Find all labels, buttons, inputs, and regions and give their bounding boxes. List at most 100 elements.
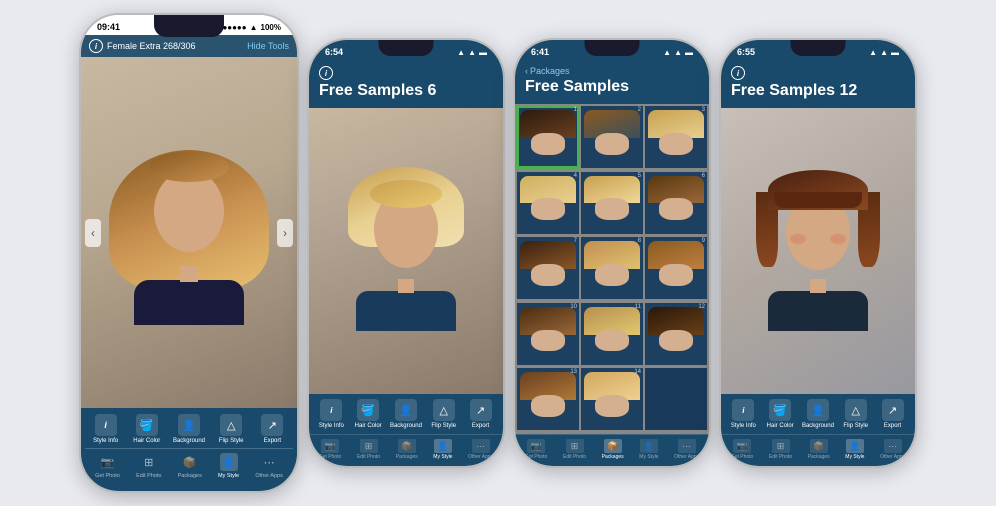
arrow-left-1[interactable]: ‹ [85,219,101,247]
btab-editphoto-2[interactable]: ⊞ Edit Photo [357,439,380,460]
btab-editphoto-3[interactable]: ⊞ Edit Photo [563,439,586,460]
bg-area-4 [721,108,915,394]
btab-editphoto-4[interactable]: ⊞ Edit Photo [769,439,792,460]
edit-photo-icon-1: ⊞ [140,453,158,471]
mini-person-12 [645,303,707,365]
hair-cell-7[interactable]: 7 [517,237,579,299]
btab-pk-icon-4: 📦 [810,439,828,453]
mini-person-1 [517,106,579,168]
hair-color-icon: 🪣 [136,414,158,436]
top-header-4: i Free Samples 12 [721,60,915,108]
background-tool[interactable]: 👤 Background [173,414,205,444]
mini-face-11 [595,330,629,352]
phones-container: 09:41 ●●●●● ▲ 100% i Female Extra 268/30… [69,0,927,506]
btab-gp-icon-2: 📷 [321,439,339,453]
mini-face-4 [531,198,565,220]
back-link-3[interactable]: ‹ Packages [525,66,699,76]
btab-otherapps-3[interactable]: ⋯ Other Apps [674,439,699,460]
info-icon-4[interactable]: i [731,66,745,80]
top-bar-1: i Female Extra 268/306 Hide Tools [81,35,297,57]
mini-person-3 [645,106,707,168]
hair-color-4[interactable]: 🪣 Hair Color [765,399,795,429]
btab-gotphoto-3[interactable]: 📷 Got Photo [525,439,548,460]
tab-other-apps-1[interactable]: ⋯ Other Apps [255,453,283,479]
bottom-tabs-2: 📷 Get Photo ⊞ Edit Photo 📦 Packages 👤 My… [309,434,503,466]
flip-style-tool[interactable]: △ Flip Style [216,414,246,444]
info-icon-2[interactable]: i [319,66,333,80]
export-tool[interactable]: ↗ Export [257,414,287,444]
btab-ep-icon-4: ⊞ [772,439,790,453]
tab-packages-1[interactable]: 📦 Packages [178,453,202,479]
hair-cell-5[interactable]: 5 [581,172,643,234]
hair-cell-9[interactable]: 9 [645,237,707,299]
signal-icon: ●●●●● [222,23,246,32]
phone-2: 6:54 ▲ ▲ ▬ i Free Samples 6 [307,38,505,468]
mini-face-3 [659,133,693,155]
hair-color-label: Hair Color [133,438,160,444]
btab-ep-icon-2: ⊞ [360,439,378,453]
hair-cell-2[interactable]: 2 [581,106,643,168]
toolbar-1: i Style Info 🪣 Hair Color 👤 Background △… [81,408,297,491]
hair-cell-12[interactable]: 12 [645,303,707,365]
btab-otherapps-4[interactable]: ⋯ Other Apps [880,439,905,460]
cell-num-4: 4 [574,173,577,179]
btab-mystyle-2[interactable]: 👤 My Style [433,439,452,460]
background-2[interactable]: 👤 Background [390,399,422,429]
mini-person-5 [581,172,643,234]
export-2[interactable]: ↗ Export [466,399,496,429]
btab-mystyle-3[interactable]: 👤 My Style [639,439,658,460]
btab-packages-3[interactable]: 📦 Packages [602,439,624,460]
mini-face-13 [531,395,565,417]
btab-otherapps-2[interactable]: ⋯ Other Apps [468,439,493,460]
flip-4[interactable]: △ Flip Style [841,399,871,429]
cell-num-3: 3 [702,107,705,113]
hair-cell-10[interactable]: 10 [517,303,579,365]
style-info-2[interactable]: i Style Info [316,399,346,429]
hair-cell-4[interactable]: 4 [517,172,579,234]
hair-cell-8[interactable]: 8 [581,237,643,299]
btab-packages-4[interactable]: 📦 Packages [808,439,830,460]
cell-num-11: 11 [635,304,641,310]
mini-face-10 [531,330,565,352]
tab-my-style-1[interactable]: 👤 My Style [218,453,239,479]
hair-cell-13[interactable]: 13 [517,368,579,430]
hc-label-4: Hair Color [767,423,794,429]
photo-area-4 [721,108,915,394]
style-info-tool[interactable]: i Style Info [91,414,121,444]
mini-person-13 [517,368,579,430]
hair-cell-3[interactable]: 3 [645,106,707,168]
status-icons-1: ●●●●● ▲ 100% [222,23,281,32]
hair-cell-14[interactable]: 14 [581,368,643,430]
si-icon-4: i [732,399,754,421]
hair-cell-1[interactable]: 1 [517,106,579,168]
hair-cell-11[interactable]: 11 [581,303,643,365]
background-icon: 👤 [178,414,200,436]
arrow-right-1[interactable]: › [277,219,293,247]
btab-getphoto-2[interactable]: 📷 Get Photo [319,439,342,460]
flip-icon-2: △ [433,399,455,421]
btab-mystyle-4[interactable]: 👤 My Style [845,439,864,460]
mini-face-9 [659,264,693,286]
info-icon-1[interactable]: i [89,39,103,53]
page-title-2: Free Samples 6 [319,82,493,100]
btab-packages-2[interactable]: 📦 Packages [396,439,418,460]
background-4[interactable]: 👤 Background [802,399,834,429]
style-info-4[interactable]: i Style Info [728,399,758,429]
export-4[interactable]: ↗ Export [878,399,908,429]
large-photo-2 [309,108,503,394]
hide-tools-btn[interactable]: Hide Tools [247,41,289,51]
tab-get-photo-1[interactable]: 📷 Get Photo [95,453,120,479]
bg-label-4: Background [802,423,834,429]
notch-2 [379,40,434,56]
notch-3 [585,40,640,56]
mini-face-5 [595,198,629,220]
tab-edit-photo-1[interactable]: ⊞ Edit Photo [136,453,161,479]
flip-2[interactable]: △ Flip Style [429,399,459,429]
bottom-tabs-3: 📷 Got Photo ⊞ Edit Photo 📦 Packages 👤 My… [515,434,709,466]
hair-color-tool[interactable]: 🪣 Hair Color [132,414,162,444]
mini-person-14 [581,368,643,430]
hair-color-2[interactable]: 🪣 Hair Color [353,399,383,429]
btab-getphoto-4[interactable]: 📷 Get Photo [731,439,754,460]
exp-icon-2: ↗ [470,399,492,421]
hair-cell-6[interactable]: 6 [645,172,707,234]
